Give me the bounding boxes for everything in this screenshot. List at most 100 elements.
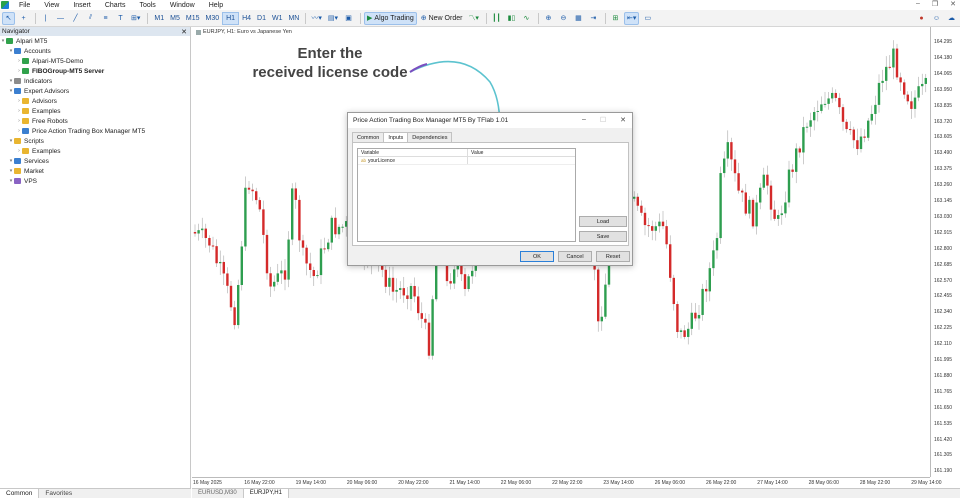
channel-icon[interactable]: ⫽	[84, 12, 97, 25]
navigator-item[interactable]: › Free Robots	[0, 116, 190, 126]
fibo-icon[interactable]: ≡	[99, 12, 112, 25]
navigator-item[interactable]: ▾ Alpari MT5	[0, 36, 190, 46]
cancel-button[interactable]: Cancel	[558, 251, 592, 262]
time-axis[interactable]: 16 May 2025 16 May 22:00 19 May 14:00 20 Ma…	[192, 477, 942, 488]
minimize-icon[interactable]: –	[582, 116, 586, 124]
bar-chart-icon[interactable]: ┃┃	[490, 12, 503, 25]
candle-body	[312, 269, 315, 277]
navigator-item[interactable]: ▾ VPS	[0, 176, 190, 186]
candle-body	[845, 121, 848, 130]
autoscroll-icon[interactable]: ⇥	[587, 12, 600, 25]
user-icon[interactable]: ☺	[930, 12, 943, 25]
licence-value-input[interactable]	[468, 157, 575, 164]
close-icon[interactable]: ✕	[950, 0, 956, 8]
menu-window[interactable]: Window	[163, 2, 202, 9]
template-icon[interactable]: ▤▾	[326, 12, 340, 25]
menu-view[interactable]: View	[37, 2, 66, 9]
close-icon[interactable]: ✕	[620, 116, 626, 124]
screenshot-icon[interactable]: ▭	[641, 12, 654, 25]
price-label: 163.375	[934, 166, 953, 173]
navigator-item[interactable]: ▾ Services	[0, 156, 190, 166]
price-axis[interactable]: 164.295 164.180 164.065 163.950 163.835 163.7…	[930, 27, 960, 477]
profile-icon[interactable]: ▣	[342, 12, 355, 25]
navigator-item[interactable]: ▾ Indicators	[0, 76, 190, 86]
price-label: 162.110	[934, 341, 952, 348]
timeframe-mn[interactable]: MN	[285, 12, 302, 25]
navigator-item[interactable]: › Alpari-MT5-Demo	[0, 56, 190, 66]
timeframe-h4[interactable]: H4	[239, 12, 254, 25]
horizontal-line-icon[interactable]: —	[54, 12, 67, 25]
menu-tools[interactable]: Tools	[132, 2, 162, 9]
zoom-in-icon[interactable]: ⊕	[542, 12, 555, 25]
navigator-item-icon	[22, 98, 29, 104]
timeframe-m1[interactable]: M1	[151, 12, 167, 25]
candle-body	[283, 270, 287, 280]
tile-icon[interactable]: ▦	[572, 12, 585, 25]
timeframe-m15[interactable]: M15	[183, 12, 203, 25]
ok-button[interactable]: OK	[520, 251, 554, 262]
navigator-item[interactable]: ▾ Market	[0, 166, 190, 176]
tab-favorites[interactable]: Favorites	[39, 489, 78, 498]
candle-body	[294, 188, 297, 200]
algo-trading-button[interactable]: ▶ Algo Trading	[364, 11, 417, 25]
candle-body	[449, 281, 452, 284]
cloud-icon[interactable]: ☁	[945, 12, 958, 25]
zoom-out-icon[interactable]: ⊖	[557, 12, 570, 25]
notification-icon[interactable]: ●	[915, 12, 928, 25]
navigator-item[interactable]: › Price Action Trading Box Manager MT5	[0, 126, 190, 136]
menu-insert[interactable]: Insert	[66, 2, 98, 9]
window-controls: – ❐ ✕	[916, 0, 956, 8]
navigator-item[interactable]: ▾ Accounts	[0, 46, 190, 56]
column-variable: Variable	[358, 149, 468, 156]
navigator-item[interactable]: ▾ Expert Advisors	[0, 86, 190, 96]
candle-body	[291, 188, 294, 240]
save-button[interactable]: Save	[579, 231, 627, 242]
candle-body	[399, 288, 402, 290]
price-label: 163.030	[934, 213, 953, 220]
new-order-button[interactable]: ⊕ New Order	[419, 12, 465, 25]
close-icon[interactable]: ✕	[181, 28, 187, 36]
timeframe-m30[interactable]: M30	[202, 12, 222, 25]
candles-icon[interactable]: ▮▯	[505, 12, 518, 25]
navigator-item[interactable]: › FIBOGroup-MT5 Server	[0, 66, 190, 76]
text-icon[interactable]: T	[114, 12, 127, 25]
maximize-icon[interactable]: ☐	[600, 116, 606, 124]
navigator-item[interactable]: › Advisors	[0, 96, 190, 106]
chart-tab-eurjpy[interactable]: EURJPY,H1	[243, 489, 289, 498]
vertical-line-icon[interactable]: |	[39, 12, 52, 25]
restore-icon[interactable]: ❐	[932, 0, 938, 8]
navigator-item[interactable]: ▾ Scripts	[0, 136, 190, 146]
menu-file[interactable]: File	[12, 2, 37, 9]
load-button[interactable]: Load	[579, 216, 627, 227]
navigator-item-icon	[14, 48, 21, 54]
trendline-icon[interactable]: ╱	[69, 12, 82, 25]
tab-common[interactable]: Common	[0, 489, 40, 498]
line-chart-icon[interactable]: ∿	[520, 12, 533, 25]
separator	[147, 12, 149, 24]
indicator-icon[interactable]: 〰▾	[309, 12, 324, 25]
navigator-item[interactable]: › Examples	[0, 146, 190, 156]
annotation-line-1: Enter the	[297, 45, 363, 62]
navigator-item[interactable]: › Examples	[0, 106, 190, 116]
chart-tab-eurusd[interactable]: EURUSD,M30	[192, 489, 244, 498]
candle-body	[690, 312, 693, 329]
navigator-item-label: FIBOGroup-MT5 Server	[32, 67, 105, 75]
timeframe-w1[interactable]: W1	[269, 12, 286, 25]
timeframe-h1[interactable]: H1	[222, 11, 240, 25]
play-icon: ▶	[367, 15, 373, 22]
shapes-icon[interactable]: ⊞▾	[129, 12, 142, 25]
timeframe-d1[interactable]: D1	[254, 12, 269, 25]
cursor-icon[interactable]: ↖	[2, 11, 15, 25]
candle-body	[334, 217, 337, 235]
signal-icon[interactable]: 〽▾	[466, 12, 481, 25]
crosshair-icon[interactable]: +	[17, 12, 30, 25]
shift-icon[interactable]: ⇤▾	[623, 11, 640, 25]
candle-body	[211, 245, 215, 247]
minimize-icon[interactable]: –	[916, 0, 920, 8]
grid-icon[interactable]: ⊞	[609, 12, 622, 25]
reset-button[interactable]: Reset	[596, 251, 630, 262]
timeframe-m5[interactable]: M5	[167, 12, 183, 25]
menu-charts[interactable]: Charts	[98, 2, 133, 9]
menu-help[interactable]: Help	[202, 2, 230, 9]
table-row[interactable]: ab yourLicence	[358, 157, 575, 165]
